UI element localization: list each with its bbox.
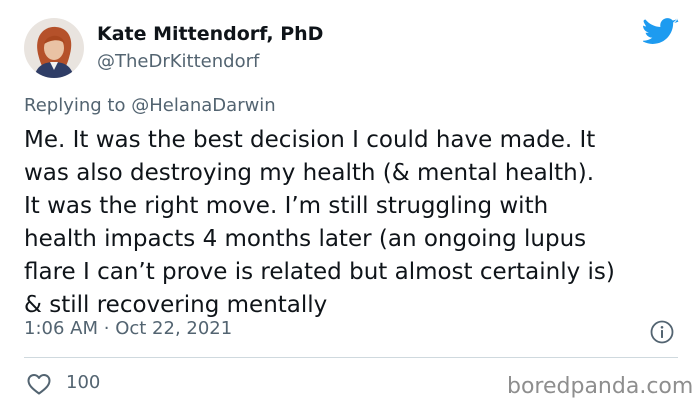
avatar[interactable] <box>24 18 84 78</box>
reply-mention-link[interactable]: @HelanaDarwin <box>131 95 276 116</box>
like-count: 100 <box>66 372 101 393</box>
meta-separator: · <box>103 318 110 339</box>
divider <box>24 357 678 358</box>
tweet-time: 1:06 AM <box>24 318 98 339</box>
tweet-text-line: health impacts 4 months later (an ongoin… <box>24 226 587 252</box>
tweet-text-line: Me. It was the best decision I could hav… <box>24 127 596 153</box>
tweet-text: Me. It was the best decision I could hav… <box>24 124 688 322</box>
tweet-card: Kate Mittendorf, PhD @TheDrKittendorf Re… <box>0 0 700 410</box>
author-name[interactable]: Kate Mittendorf, PhD <box>97 23 323 45</box>
tweet-date: Oct 22, 2021 <box>115 318 233 339</box>
tweet-text-line: flare I can’t prove is related but almos… <box>24 259 615 285</box>
reply-prefix: Replying to <box>24 95 126 116</box>
heart-icon[interactable] <box>26 372 52 396</box>
avatar-image <box>24 18 84 78</box>
watermark: boredpanda.com <box>507 374 694 399</box>
tweet-timestamp[interactable]: 1:06 AM · Oct 22, 2021 <box>24 318 232 339</box>
tweet-text-line: It was the right move. I’m still struggl… <box>24 193 549 219</box>
twitter-bird-icon[interactable] <box>643 18 679 48</box>
tweet-text-line: was also destroying my health (& mental … <box>24 160 595 186</box>
author-handle[interactable]: @TheDrKittendorf <box>97 51 259 72</box>
info-icon[interactable] <box>650 320 674 344</box>
reply-context: Replying to @HelanaDarwin <box>24 95 276 116</box>
